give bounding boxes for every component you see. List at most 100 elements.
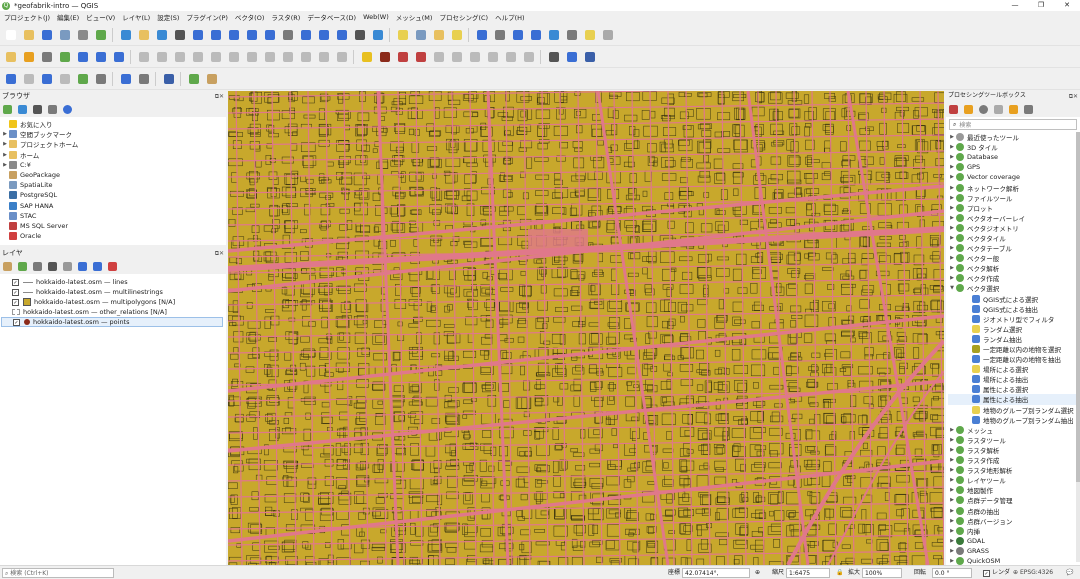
processing-provider-item[interactable]: ▶ ベクタ解析 <box>948 263 1079 273</box>
expand-arrow-icon[interactable]: ▶ <box>948 174 956 180</box>
processing-provider-item[interactable]: ▶ ベクタテーブル <box>948 243 1079 253</box>
browser-item[interactable]: お気に入り <box>1 119 223 129</box>
collapse-all-icon[interactable] <box>48 104 57 114</box>
processing-provider-item[interactable]: ▶ ベクタタイル <box>948 233 1079 243</box>
processing-provider-item[interactable]: ▶ QuickOSM <box>948 556 1079 565</box>
expand-arrow-icon[interactable]: ▶ <box>948 538 956 544</box>
tb2-button-icon[interactable] <box>245 50 259 64</box>
tb2-button-icon[interactable] <box>547 50 561 64</box>
processing-algorithm-item[interactable]: 場所による選択 <box>948 364 1079 374</box>
processing-provider-item[interactable]: ▶ Database <box>948 152 1079 162</box>
refresh-icon[interactable] <box>18 104 27 114</box>
expand-arrow-icon[interactable]: ▶ <box>948 508 956 514</box>
processing-provider-item[interactable]: ▶ 3D タイル <box>948 142 1079 152</box>
tb1-button-icon[interactable] <box>335 28 349 42</box>
history-icon[interactable] <box>979 104 988 114</box>
tb1-button-icon[interactable] <box>353 28 367 42</box>
tb2-button-icon[interactable] <box>281 50 295 64</box>
visibility-icon[interactable] <box>33 261 42 271</box>
tb3-button-icon[interactable] <box>58 72 72 86</box>
coordinate-field[interactable]: 42.07414°, 141.20957° <box>682 568 750 578</box>
processing-provider-item[interactable]: ▶ ベクタジオメトリ <box>948 223 1079 233</box>
menu-raster[interactable]: ラスタ(R) <box>271 12 300 22</box>
menu-layer[interactable]: レイヤ(L) <box>122 12 150 22</box>
processing-algorithm-item[interactable]: 地物のグループ別ランダム抽出 <box>948 415 1079 425</box>
processing-provider-item[interactable]: ▶ GRASS <box>948 546 1079 556</box>
tb1-button-icon[interactable] <box>511 28 525 42</box>
expand-arrow-icon[interactable]: ▶ <box>948 265 956 271</box>
tb1-button-icon[interactable] <box>173 28 187 42</box>
menu-processing[interactable]: プロセシング(C) <box>439 12 488 22</box>
map-canvas[interactable] <box>228 91 944 565</box>
tb3-button-icon[interactable] <box>205 72 219 86</box>
browser-item[interactable]: SAP HANA <box>1 201 223 211</box>
processing-algorithm-item[interactable]: 一定距離以内の地物を抽出 <box>948 354 1079 364</box>
tb1-button-icon[interactable] <box>317 28 331 42</box>
processing-provider-item[interactable]: ▶ 最近使ったツール <box>948 132 1079 142</box>
tb1-button-icon[interactable] <box>209 28 223 42</box>
maximize-button[interactable]: ❐ <box>1028 0 1054 11</box>
expand-arrow-icon[interactable]: ▶ <box>948 558 956 564</box>
browser-item[interactable]: ▶ ホーム <box>1 150 223 160</box>
tb1-button-icon[interactable] <box>547 28 561 42</box>
tb1-button-icon[interactable] <box>245 28 259 42</box>
expand-arrow-icon[interactable]: ▶ <box>948 144 956 150</box>
minimize-button[interactable]: — <box>1002 0 1028 11</box>
tb1-button-icon[interactable] <box>299 28 313 42</box>
processing-provider-item[interactable]: ▶ ラスタ解析 <box>948 445 1079 455</box>
tb1-button-icon[interactable] <box>58 28 72 42</box>
expand-arrow-icon[interactable]: ▶ <box>948 477 956 483</box>
collapse-all-icon[interactable] <box>93 261 102 271</box>
coordinate-toggle-icon[interactable]: ⊕ <box>755 568 760 578</box>
render-checkbox[interactable]: ✓ <box>983 569 990 577</box>
tb1-button-icon[interactable] <box>583 28 597 42</box>
tb2-button-icon[interactable] <box>58 50 72 64</box>
processing-provider-item[interactable]: ▶ 点群の抽出 <box>948 505 1079 516</box>
browser-item[interactable]: ▶ 空間ブックマーク <box>1 129 223 139</box>
processing-algorithm-item[interactable]: ランダム選択 <box>948 324 1079 334</box>
expand-arrow-icon[interactable]: ▶ <box>948 225 956 231</box>
processing-provider-item[interactable]: ▶ Vector coverage <box>948 172 1079 182</box>
expand-arrow-icon[interactable]: ▶ <box>948 164 956 170</box>
browser-item[interactable]: ▶ プロジェクトホーム <box>1 139 223 149</box>
tb2-button-icon[interactable] <box>468 50 482 64</box>
tb2-button-icon[interactable] <box>112 50 126 64</box>
browser-item[interactable]: Oracle <box>1 231 223 241</box>
tb1-button-icon[interactable] <box>137 28 151 42</box>
tb2-button-icon[interactable] <box>173 50 187 64</box>
tb2-button-icon[interactable] <box>4 50 18 64</box>
processing-algorithm-item[interactable]: 場所による抽出 <box>948 374 1079 384</box>
processing-provider-item[interactable]: ▶ ファイルツール <box>948 193 1079 203</box>
rotation-field[interactable]: 0.0 ° <box>932 568 972 578</box>
messages-icon[interactable]: 💬 <box>1066 568 1073 578</box>
processing-provider-item[interactable]: ▶ プロット <box>948 203 1079 213</box>
processing-algorithm-item[interactable]: QGIS式による抽出 <box>948 304 1079 314</box>
tb2-button-icon[interactable] <box>209 50 223 64</box>
expand-arrow-icon[interactable]: ▶ <box>1 162 9 168</box>
layer-item[interactable]: ✓ hokkaido-latest.osm — multilinestrings <box>1 287 223 297</box>
expand-arrow-icon[interactable]: ▶ <box>948 245 956 251</box>
options-icon[interactable] <box>1024 104 1033 114</box>
layer-item[interactable]: ✓ hokkaido-latest.osm — lines <box>1 277 223 287</box>
map-render[interactable] <box>228 91 944 565</box>
expand-arrow-icon[interactable]: ▶ <box>948 467 956 473</box>
expand-arrow-icon[interactable]: ▶ <box>948 134 956 140</box>
layer-visibility-checkbox[interactable]: ✓ <box>12 278 19 286</box>
expand-arrow-icon[interactable]: ▶ <box>948 154 956 160</box>
remove-layer-icon[interactable] <box>108 261 117 271</box>
menu-edit[interactable]: 編集(E) <box>57 12 79 22</box>
crs-button[interactable]: ⊕ EPSG:4326 <box>1013 568 1053 578</box>
tb1-button-icon[interactable] <box>22 28 36 42</box>
processing-provider-item[interactable]: ▶ ラスタツール <box>948 435 1079 445</box>
tb1-button-icon[interactable] <box>529 28 543 42</box>
tb2-button-icon[interactable] <box>504 50 518 64</box>
tb3-button-icon[interactable] <box>76 72 90 86</box>
tb1-button-icon[interactable] <box>414 28 428 42</box>
layer-item[interactable]: ✓ hokkaido-latest.osm — multipolygons [N/… <box>1 297 223 307</box>
menu-database[interactable]: データベース(D) <box>307 12 356 22</box>
lock-scale-icon[interactable]: 🔒 <box>836 568 843 578</box>
tb2-button-icon[interactable] <box>450 50 464 64</box>
tb1-button-icon[interactable] <box>450 28 464 42</box>
style-icon[interactable] <box>3 261 12 271</box>
scrollbar-thumb[interactable] <box>1076 132 1080 482</box>
